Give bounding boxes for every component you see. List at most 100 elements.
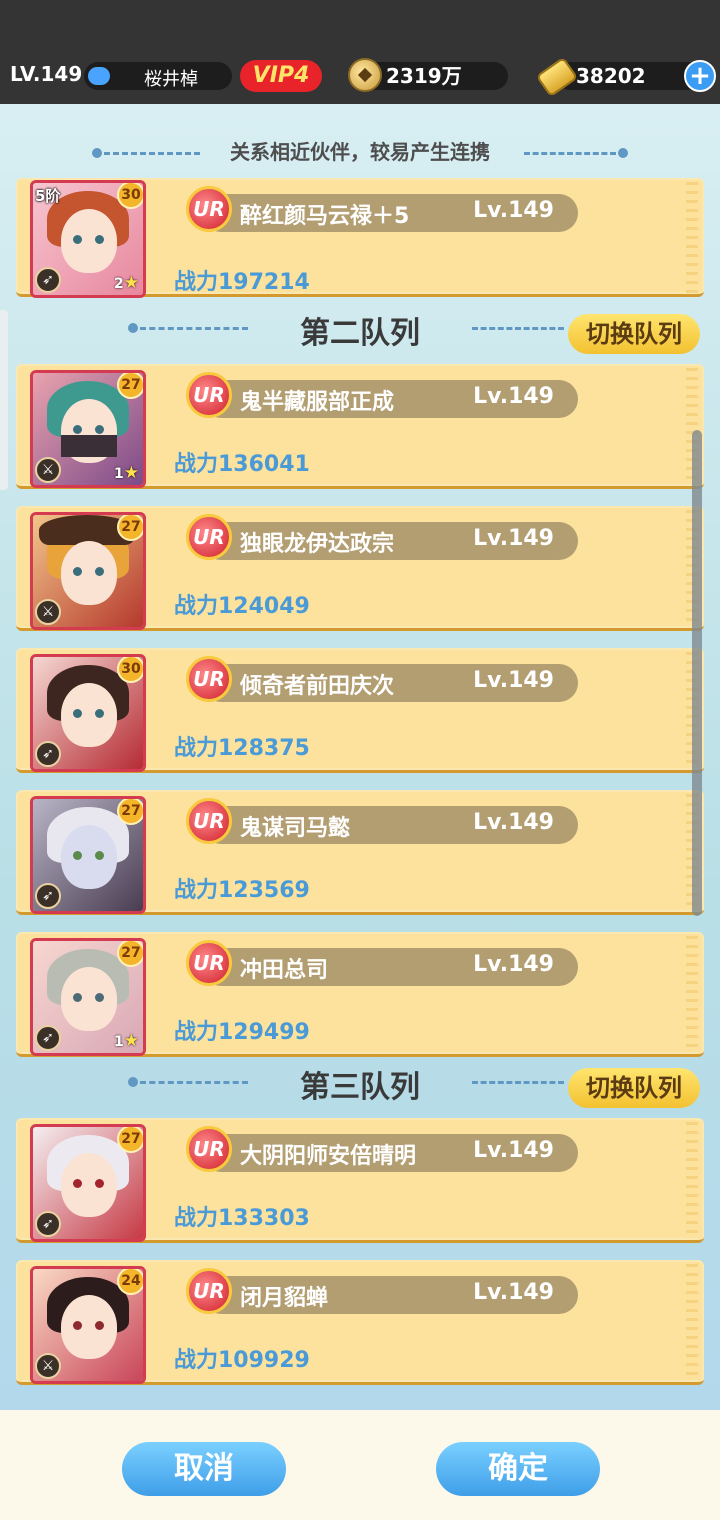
hero-level: Lv.149 xyxy=(473,526,554,551)
star-number: 1 xyxy=(114,1034,124,1050)
portrait-eye xyxy=(73,709,82,718)
hero-card[interactable]: 24 ⚔ 闭月貂蝉 Lv.149 UR 战力109929 xyxy=(16,1260,704,1385)
hero-card[interactable]: 5阶 30 ➶ 2★ 醉红颜马云禄＋5 Lv.149 UR 战力197214 xyxy=(16,178,704,298)
coin-icon xyxy=(348,58,382,92)
hero-portrait: 24 ⚔ xyxy=(30,1266,146,1384)
vip-badge[interactable]: VIP4 xyxy=(240,60,322,92)
level-badge: 24 xyxy=(117,1269,143,1295)
hero-power: 战力128375 xyxy=(174,736,310,761)
hero-name-pill: 冲田总司 Lv.149 xyxy=(202,948,578,986)
relation-hint: 关系相近伙伴，较易产生连携 xyxy=(230,140,490,164)
hero-card[interactable]: 27 ➶ 大阴阳师安倍晴明 Lv.149 UR 战力133303 xyxy=(16,1118,704,1243)
hero-card[interactable]: 27 ⚔ 独眼龙伊达政宗 Lv.149 UR 战力124049 xyxy=(16,506,704,631)
portrait-face xyxy=(61,541,117,605)
level-badge: 27 xyxy=(117,515,143,541)
scrollbar[interactable] xyxy=(692,430,702,916)
hero-portrait: 27 ➶ 1★ xyxy=(30,938,146,1056)
hero-portrait: 5阶 30 ➶ 2★ xyxy=(30,180,146,298)
hero-name: 醉红颜马云禄＋5 xyxy=(240,204,410,229)
switch-queue-button[interactable]: 切换队列 xyxy=(568,314,700,354)
switch-queue-button[interactable]: 切换队列 xyxy=(568,1068,700,1108)
hero-level: Lv.149 xyxy=(473,1280,554,1305)
hero-level: Lv.149 xyxy=(473,668,554,693)
hero-portrait: 30 ➶ xyxy=(30,654,146,772)
card-decoration xyxy=(686,1122,698,1234)
hero-name-pill: 倾奇者前田庆次 Lv.149 xyxy=(202,664,578,702)
divider-line xyxy=(524,152,616,155)
level-badge: 30 xyxy=(117,657,143,683)
ur-rarity-icon: UR xyxy=(186,1268,232,1314)
hero-name-pill: 鬼谋司马懿 Lv.149 xyxy=(202,806,578,844)
hero-portrait: 27 ➶ xyxy=(30,1124,146,1242)
card-decoration xyxy=(686,1264,698,1376)
hero-name-pill: 独眼龙伊达政宗 Lv.149 xyxy=(202,522,578,560)
star-count: 1★ xyxy=(114,1031,139,1051)
hero-portrait: 27 ⚔ xyxy=(30,512,146,630)
portrait-eye xyxy=(95,235,104,244)
hero-name-pill: 鬼半藏服部正成 Lv.149 xyxy=(202,380,578,418)
hero-power: 战力197214 xyxy=(174,270,310,295)
ur-rarity-icon: UR xyxy=(186,1126,232,1172)
hero-card[interactable]: 27 ➶ 1★ 冲田总司 Lv.149 UR 战力129499 xyxy=(16,932,704,1057)
portrait-eye xyxy=(95,709,104,718)
portrait-eye xyxy=(73,851,82,860)
portrait-eye xyxy=(73,1179,82,1188)
top-status-bar: LV.149 桜井棹 VIP4 2319万 38202 + xyxy=(0,0,720,104)
ur-rarity-icon: UR xyxy=(186,940,232,986)
portrait-eye xyxy=(95,567,104,576)
action-footer: 取消 确定 xyxy=(0,1410,720,1520)
hero-name: 鬼谋司马懿 xyxy=(240,816,351,841)
portrait-eye xyxy=(95,851,104,860)
weapon-icon: ➶ xyxy=(35,1211,61,1237)
weapon-icon: ➶ xyxy=(35,741,61,767)
weapon-icon: ➶ xyxy=(35,883,61,909)
ur-rarity-icon: UR xyxy=(186,514,232,560)
ur-rarity-icon: UR xyxy=(186,186,232,232)
divider-dot xyxy=(618,148,628,158)
star-icon: ★ xyxy=(123,273,139,293)
portrait-eye xyxy=(73,993,82,1002)
portrait-eye xyxy=(95,1179,104,1188)
hero-name: 冲田总司 xyxy=(240,958,329,983)
portrait-face xyxy=(61,1153,117,1217)
hero-power: 战力133303 xyxy=(174,1206,310,1231)
coin-counter: 2319万 xyxy=(360,62,508,90)
hero-name: 独眼龙伊达政宗 xyxy=(240,532,395,557)
cancel-button[interactable]: 取消 xyxy=(122,1442,286,1496)
hero-level: Lv.149 xyxy=(473,198,554,223)
star-number: 2 xyxy=(114,276,124,292)
portrait-eye xyxy=(95,425,104,434)
portrait-face xyxy=(61,683,117,747)
portrait-eye xyxy=(95,993,104,1002)
star-icon: ★ xyxy=(123,1031,139,1051)
add-gold-button[interactable]: + xyxy=(684,60,716,92)
level-badge: 27 xyxy=(117,941,143,967)
hero-portrait: 27 ⚔ 1★ xyxy=(30,370,146,488)
portrait-eye xyxy=(73,1321,82,1330)
confirm-button[interactable]: 确定 xyxy=(436,1442,600,1496)
portrait-face xyxy=(61,967,117,1031)
hero-name: 闭月貂蝉 xyxy=(240,1286,329,1311)
portrait-eye xyxy=(95,1321,104,1330)
ur-rarity-icon: UR xyxy=(186,372,232,418)
hero-power: 战力124049 xyxy=(174,594,310,619)
weapon-icon: ➶ xyxy=(35,1025,61,1051)
hero-name-pill: 大阴阳师安倍晴明 Lv.149 xyxy=(202,1134,578,1172)
hero-level: Lv.149 xyxy=(473,952,554,977)
portrait-eye xyxy=(73,235,82,244)
hero-name-pill: 醉红颜马云禄＋5 Lv.149 xyxy=(202,194,578,232)
ur-rarity-icon: UR xyxy=(186,798,232,844)
star-count: 1★ xyxy=(114,463,139,483)
hero-level: Lv.149 xyxy=(473,384,554,409)
hero-power: 战力136041 xyxy=(174,452,310,477)
hero-card[interactable]: 30 ➶ 倾奇者前田庆次 Lv.149 UR 战力128375 xyxy=(16,648,704,773)
hero-name: 倾奇者前田庆次 xyxy=(240,674,395,699)
level-badge: 27 xyxy=(117,1127,143,1153)
star-number: 1 xyxy=(114,466,124,482)
level-badge: 27 xyxy=(117,373,143,399)
portrait-face xyxy=(61,825,117,889)
hero-portrait: 27 ➶ xyxy=(30,796,146,914)
hero-name-pill: 闭月貂蝉 Lv.149 xyxy=(202,1276,578,1314)
hero-card[interactable]: 27 ⚔ 1★ 鬼半藏服部正成 Lv.149 UR 战力136041 xyxy=(16,364,704,489)
hero-card[interactable]: 27 ➶ 鬼谋司马懿 Lv.149 UR 战力123569 xyxy=(16,790,704,915)
